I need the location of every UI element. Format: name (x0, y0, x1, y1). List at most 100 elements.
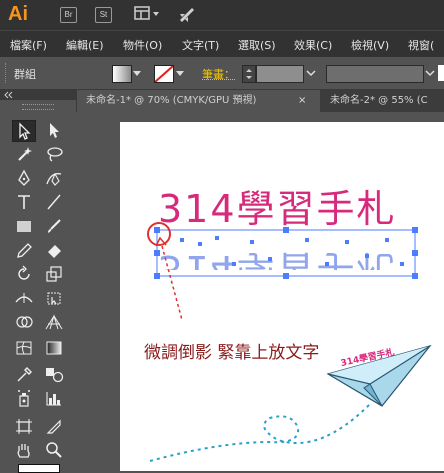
menu-edit[interactable]: 編輯(E) (66, 37, 104, 53)
profile-dropdown[interactable] (424, 65, 436, 81)
annotation-caption[interactable]: 微調倒影 緊靠上放文字 (144, 338, 319, 363)
artboard-tool[interactable] (12, 416, 36, 438)
magnifier-icon (43, 440, 65, 460)
eyedropper-tool[interactable] (12, 364, 36, 386)
document-tab-bar: 未命名-1* @ 70% (CMYK/GPU 預視) × 未命名-2* @ 55… (76, 90, 444, 112)
pen-nib-icon (13, 168, 35, 188)
gpu-performance-button[interactable] (177, 5, 197, 25)
zoom-tool[interactable] (42, 440, 66, 462)
blend-icon (43, 364, 65, 384)
stroke-color-swatch[interactable] (154, 65, 174, 83)
shape-builder-icon (13, 312, 35, 332)
shape-builder-tool[interactable] (12, 312, 36, 334)
document-canvas[interactable]: 314學習手札 314學習手札 微調倒影 緊靠上放文字 314學習手札 (76, 112, 444, 471)
lasso-tool[interactable] (42, 144, 66, 166)
fill-color-swatch[interactable] (112, 65, 132, 83)
paintbrush-icon (43, 216, 65, 236)
rotate-tool[interactable] (12, 264, 36, 286)
artboard[interactable]: 314學習手札 314學習手札 微調倒影 緊靠上放文字 314學習手札 (120, 122, 444, 471)
perspective-grid-icon (43, 312, 65, 332)
hand-icon (13, 440, 35, 460)
paintbrush-tool[interactable] (42, 216, 66, 238)
arrange-documents-button[interactable] (134, 6, 160, 22)
control-bar-grip (5, 63, 9, 83)
menu-effect[interactable]: 效果(C) (294, 37, 332, 53)
selection-anchor-points (154, 227, 418, 279)
menu-bar: 檔案(F) 編輯(E) 物件(O) 文字(T) 選取(S) 效果(C) 檢視(V… (0, 30, 444, 57)
menu-file[interactable]: 檔案(F) (10, 37, 47, 53)
no-stroke-icon (155, 66, 173, 82)
type-tool[interactable] (12, 192, 36, 214)
magic-wand-icon (13, 144, 35, 164)
stock-button[interactable]: St (95, 7, 112, 23)
chevron-down-icon (424, 65, 436, 81)
variable-width-profile-select[interactable] (326, 65, 424, 83)
column-graph-icon (43, 388, 65, 408)
bridge-button[interactable]: Br (60, 7, 77, 23)
pen-tool[interactable] (12, 168, 36, 190)
stroke-weight-label[interactable]: 筆畫： (202, 66, 235, 82)
menu-type[interactable]: 文字(T) (182, 37, 219, 53)
tools-panel (0, 90, 77, 471)
line-segment-icon (43, 192, 65, 212)
free-transform-icon (43, 288, 65, 308)
lasso-icon (43, 144, 65, 164)
direct-selection-tool[interactable] (42, 120, 66, 142)
mesh-tool[interactable] (12, 338, 36, 360)
illustrator-logo: Ai (8, 3, 28, 26)
stroke-dropdown-arrow[interactable] (176, 71, 184, 76)
gradient-icon (43, 338, 65, 358)
fill-dropdown-arrow[interactable] (133, 71, 141, 76)
document-tab-2[interactable]: 未命名-2* @ 55% (C (320, 90, 444, 112)
symbol-sprayer-tool[interactable] (12, 388, 36, 410)
flight-path (150, 404, 370, 461)
fill-stroke-swatches[interactable] (18, 464, 60, 473)
layout-grid-icon (134, 6, 160, 22)
direct-selection-icon (43, 120, 65, 140)
selection-overlay (120, 122, 444, 471)
pencil-tool[interactable] (12, 240, 36, 262)
brush-definition-swatch[interactable] (438, 65, 444, 81)
menu-view[interactable]: 檢視(V) (351, 37, 389, 53)
scale-icon (43, 264, 65, 284)
gradient-tool[interactable] (42, 338, 66, 360)
rocket-icon (177, 5, 197, 25)
document-tab-1[interactable]: 未命名-1* @ 70% (CMYK/GPU 預視) × (76, 90, 320, 112)
rectangle-icon (13, 216, 35, 236)
control-bar: 群組 筆畫： (0, 57, 444, 90)
document-tab-1-label: 未命名-1* @ 70% (CMYK/GPU 預視) (86, 95, 256, 106)
mesh-icon (13, 338, 35, 358)
collapse-panel-icon[interactable] (0, 90, 76, 100)
eraser-tool[interactable] (42, 240, 66, 262)
artboard-icon (13, 416, 35, 436)
hand-tool[interactable] (12, 440, 36, 462)
slice-knife-icon (43, 416, 65, 436)
application-bar: Ai Br St (0, 0, 444, 30)
stepper-arrows-icon (243, 66, 255, 82)
menu-object[interactable]: 物件(O) (123, 37, 162, 53)
menu-window[interactable]: 視窗( (408, 37, 434, 53)
close-icon[interactable]: × (298, 90, 306, 112)
width-tool[interactable] (12, 288, 36, 310)
blend-tool[interactable] (42, 364, 66, 386)
symbol-sprayer-icon (13, 388, 35, 408)
rectangle-tool[interactable] (12, 216, 36, 238)
perspective-grid-tool[interactable] (42, 312, 66, 334)
selection-tool[interactable] (12, 120, 36, 142)
free-transform-tool[interactable] (42, 288, 66, 310)
slice-tool[interactable] (42, 416, 66, 438)
stroke-weight-input[interactable] (256, 65, 304, 83)
stroke-weight-dropdown[interactable] (304, 65, 318, 81)
selection-type-label: 群組 (14, 66, 36, 82)
eyedropper-icon (13, 364, 35, 384)
pencil-icon (13, 240, 35, 260)
scale-tool[interactable] (42, 264, 66, 286)
document-tab-2-label: 未命名-2* @ 55% (C (330, 95, 428, 106)
line-tool[interactable] (42, 192, 66, 214)
menu-select[interactable]: 選取(S) (238, 37, 276, 53)
stroke-weight-stepper[interactable] (242, 65, 256, 83)
column-graph-tool[interactable] (42, 388, 66, 410)
annotation-arrow (162, 246, 182, 320)
curvature-tool[interactable] (42, 168, 66, 190)
magic-wand-tool[interactable] (12, 144, 36, 166)
